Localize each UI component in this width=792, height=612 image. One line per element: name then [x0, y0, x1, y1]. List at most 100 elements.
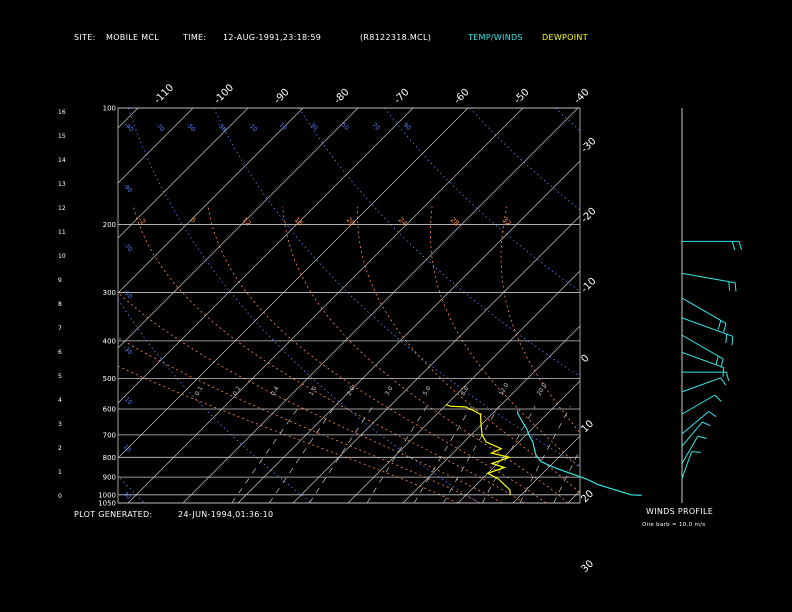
dry-adiabat-label: -30	[122, 344, 134, 356]
height-label: 2	[58, 445, 62, 452]
isotherm-label: -10	[579, 276, 598, 295]
wind-barb	[708, 411, 717, 418]
pressure-label: 1000	[98, 491, 116, 499]
wind-barb	[720, 358, 724, 368]
wind-barb	[691, 451, 701, 453]
mixing-ratio-label: 0.1	[194, 385, 205, 397]
moist-adiabat-label: 32	[501, 216, 513, 228]
isotherm-label: -90	[272, 87, 291, 106]
isotherm-label: -50	[512, 87, 531, 106]
mixing-ratio-line	[599, 406, 644, 503]
height-label: 9	[58, 277, 62, 284]
moist-adiabat	[118, 292, 503, 503]
isotherm-line	[512, 435, 580, 503]
dry-adiabat-label: -50	[185, 121, 197, 133]
moist-adiabat	[207, 206, 547, 503]
wind-barb	[728, 281, 731, 291]
wind-barb	[723, 323, 727, 333]
wind-barb	[697, 435, 707, 439]
isotherm-line	[118, 108, 359, 349]
pressure-label: 1050	[98, 500, 116, 508]
dry-adiabat	[469, 108, 580, 211]
isotherm-line	[118, 108, 194, 184]
isotherm-label: -100	[212, 82, 236, 106]
dry-adiabat	[118, 475, 145, 503]
height-label: 12	[58, 205, 66, 212]
isotherm-label: 20	[579, 488, 596, 505]
dry-adiabat	[726, 108, 792, 503]
dry-adiabat	[213, 108, 580, 467]
isotherm-line	[127, 108, 524, 503]
moist-adiabat-label: 24	[397, 216, 409, 228]
isotherm-line	[567, 490, 580, 503]
isotherm-label: -80	[332, 87, 351, 106]
pressure-label: 800	[103, 454, 116, 462]
plot-generated-value: 24-JUN-1994,01:36:10	[178, 510, 274, 519]
skewt-diagram: 1002003004005006007008009001000105001234…	[0, 82, 792, 575]
dry-adiabat-label: -90	[122, 182, 134, 194]
dry-adiabat	[127, 108, 479, 503]
mixing-ratio-label: 0.2	[232, 385, 243, 397]
wind-barb	[722, 367, 725, 377]
height-label: 14	[58, 157, 66, 164]
barb-note: One barb = 10.0 m/s	[642, 522, 706, 528]
pressure-label: 500	[103, 375, 116, 383]
dry-adiabat	[384, 108, 580, 292]
dry-adiabat-label: 30	[122, 490, 132, 500]
isotherm-line	[118, 108, 414, 404]
height-label: 5	[58, 373, 62, 380]
pressure-label: 300	[103, 289, 116, 297]
isotherm-label: 0	[579, 353, 591, 365]
mixing-ratio-label: 5.0	[422, 385, 433, 397]
isotherm-label: 10	[579, 418, 596, 435]
wind-barb	[725, 334, 728, 344]
height-label: 13	[58, 181, 66, 188]
height-label: 7	[58, 325, 62, 332]
dry-adiabat	[555, 108, 580, 132]
isotherm-label: -60	[452, 87, 471, 106]
pressure-label: 100	[103, 105, 116, 113]
isotherm-label: -30	[579, 136, 598, 155]
dry-adiabat-label: -70	[122, 241, 134, 253]
pressure-label: 700	[103, 431, 116, 439]
isotherm-line	[457, 380, 580, 503]
isotherm-line	[402, 325, 580, 503]
winds-profile-title: WINDS PROFILE	[646, 507, 714, 516]
mixing-ratio-label: 20.0	[536, 382, 549, 397]
height-label: 0	[58, 493, 62, 500]
mixing-ratio-label: 1.0	[308, 385, 319, 397]
isotherm-line	[0, 108, 83, 503]
dry-adiabat-label: 50	[340, 121, 350, 131]
isotherm-line	[623, 108, 792, 503]
pressure-label: 200	[103, 221, 116, 229]
isotherm-label: -110	[152, 82, 176, 106]
mixing-ratio-label: 0.4	[270, 385, 281, 397]
moist-adiabat	[118, 365, 459, 503]
height-label: 1	[58, 469, 62, 476]
wind-barb	[715, 355, 719, 365]
wind-shaft	[681, 334, 724, 360]
mixing-ratio-line	[269, 405, 336, 503]
dry-adiabat-label: 30	[309, 121, 319, 131]
pressure-label: 900	[103, 474, 116, 482]
wind-barb	[731, 241, 736, 251]
wind-shaft	[681, 435, 699, 464]
height-label: 6	[58, 349, 62, 356]
pressure-label: 600	[103, 405, 116, 413]
plot-area	[0, 108, 792, 503]
height-label: 4	[58, 397, 62, 404]
plot-generated-label: PLOT GENERATED:	[74, 510, 153, 519]
mixing-ratio-label: 12.0	[498, 382, 511, 397]
wind-barb	[720, 377, 727, 386]
pressure-label: 400	[103, 337, 116, 345]
wind-barb	[738, 241, 743, 251]
moist-adiabat-label: 20	[345, 216, 357, 228]
mixing-ratio-line	[413, 406, 472, 503]
dry-adiabat-label: -50	[122, 288, 134, 300]
mixing-ratio-label: 3.0	[384, 385, 395, 397]
dry-adiabat-label: -70	[154, 121, 166, 133]
wind-shaft	[681, 272, 736, 284]
wind-shaft	[681, 297, 727, 324]
dry-adiabat-label: 10	[278, 121, 288, 131]
wind-shaft	[681, 394, 716, 415]
